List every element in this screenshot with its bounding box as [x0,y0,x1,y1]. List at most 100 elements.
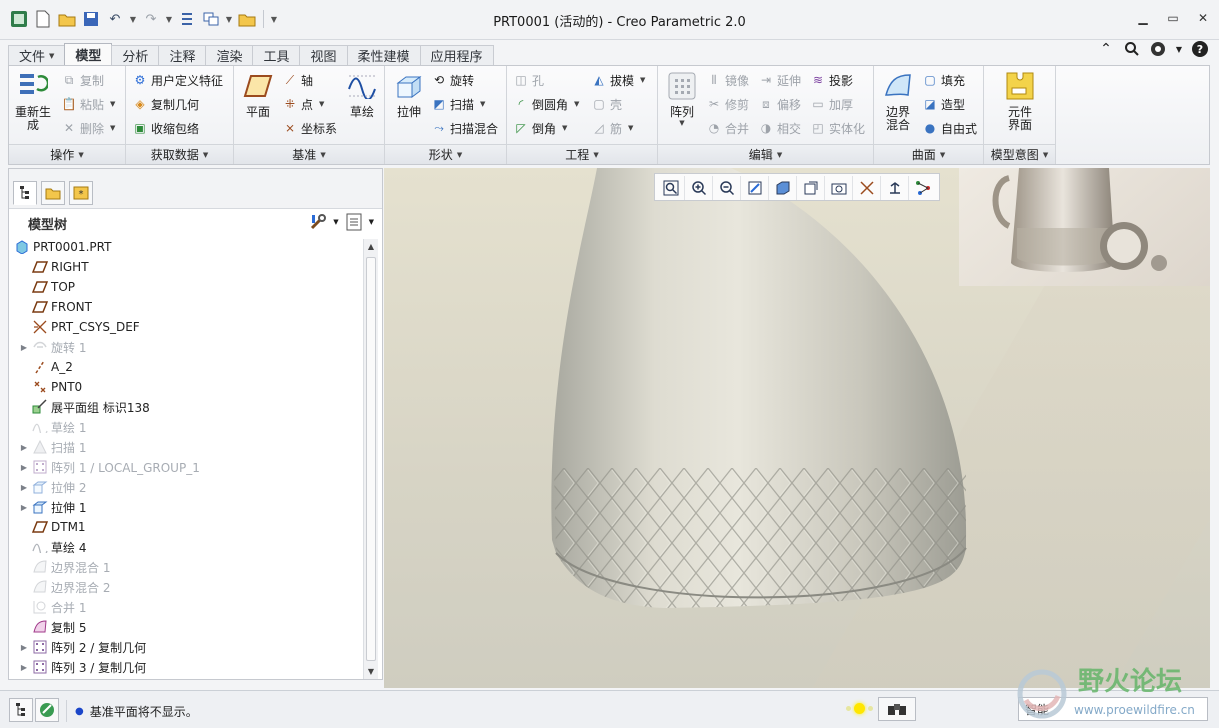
community-icon[interactable] [1149,40,1167,58]
plane-button[interactable]: 平面 [236,70,280,119]
group-label-model-intent[interactable]: 模型意图 ▼ [984,144,1055,164]
thicken-button[interactable]: ▭ 加厚 [810,94,853,114]
sweep-button[interactable]: ◩ 扫描 ▼ [431,94,485,114]
show-menu-dropdown-icon[interactable]: ▼ [369,218,374,226]
freestyle-button[interactable]: ● 自由式 [922,118,977,138]
expand-arrow-icon[interactable]: ▶ [17,463,31,472]
expand-arrow-icon[interactable]: ▶ [17,663,31,672]
tab-model[interactable]: 模型 [64,43,113,65]
sketch-button[interactable]: 草绘 [340,70,384,119]
model-tree-item[interactable]: A_2 [9,357,359,377]
model-tree-item[interactable]: ▶ 扫描 1 [9,437,359,457]
toggle-browser-icon[interactable] [35,698,59,722]
trim-button[interactable]: ✂ 修剪 [706,94,749,114]
tab-tools[interactable]: 工具 [252,45,301,65]
tree-scrollbar[interactable]: ▲ ▼ [363,239,378,679]
project-button[interactable]: ≋ 投影 [810,70,853,90]
maximize-icon[interactable]: ▭ [1165,10,1181,26]
group-label-surfaces[interactable]: 曲面 ▼ [874,144,983,164]
merge-button[interactable]: ◔ 合并 [706,118,749,138]
close-icon[interactable]: ✕ [1195,10,1211,26]
model-tree-item[interactable]: 边界混合 2 [9,577,359,597]
solidify-button[interactable]: ◰ 实体化 [810,118,865,138]
boundary-blend-button[interactable]: 边界混合 [876,70,920,132]
axis-button[interactable]: ⟋ 轴 [282,70,313,90]
model-tree-tab-icon[interactable] [13,181,37,205]
minimize-icon[interactable]: ▁ [1135,10,1151,26]
scroll-down-icon[interactable]: ▼ [364,664,378,679]
community-dropdown-icon[interactable]: ▼ [1175,40,1183,58]
find-button[interactable] [878,697,916,721]
model-tree-item[interactable]: 复制 5 [9,617,359,637]
model-tree-item[interactable]: ▶ 拉伸 1 [9,497,359,517]
regenerate-button[interactable]: 重新生成 [11,70,55,132]
copy-button[interactable]: ⧉ 复制 [61,70,104,90]
help-icon[interactable]: ? [1191,40,1209,58]
group-label-shapes[interactable]: 形状 ▼ [385,144,506,164]
annotation-display-icon[interactable] [881,176,909,200]
tab-applications[interactable]: 应用程序 [419,45,494,65]
show-menu-icon[interactable] [345,213,363,231]
search-icon[interactable] [1123,40,1141,58]
group-label-datum[interactable]: 基准 ▼ [234,144,384,164]
tab-flexible-modeling[interactable]: 柔性建模 [346,45,421,65]
repaint-icon[interactable] [741,176,769,200]
favorites-tab-icon[interactable]: * [69,181,93,205]
model-tree-item[interactable]: ▶ 阵列 3 / 复制几何 [9,657,359,677]
shrinkwrap-button[interactable]: ▣ 收缩包络 [132,118,199,138]
offset-button[interactable]: ⧈ 偏移 [758,94,801,114]
model-tree-item[interactable]: TOP [9,277,359,297]
saved-views-icon[interactable] [797,176,825,200]
rib-button[interactable]: ◿ 筋 ▼ [591,118,633,138]
tab-file[interactable]: 文件 ▼ [8,45,66,65]
model-tree-item[interactable]: 合并 1 [9,597,359,617]
model-tree-item[interactable]: RIGHT [9,257,359,277]
model-tree-item[interactable]: ▶ 阵列 2 / 复制几何 [9,637,359,657]
paste-button[interactable]: 📋 粘贴 ▼ [61,94,116,114]
expand-arrow-icon[interactable]: ▶ [17,443,31,452]
tree-settings-icon[interactable] [309,213,327,231]
extrude-button[interactable]: 拉伸 [387,70,431,119]
model-geometry[interactable] [384,168,1210,688]
draft-button[interactable]: ◭ 拔模 ▼ [591,70,645,90]
expand-arrow-icon[interactable]: ▶ [17,643,31,652]
intersect-button[interactable]: ◑ 相交 [758,118,801,138]
delete-button[interactable]: ✕ 删除 ▼ [61,118,115,138]
expand-arrow-icon[interactable]: ▶ [17,503,31,512]
component-interface-button[interactable]: 元件界面 [998,70,1042,132]
refit-icon[interactable] [657,176,685,200]
model-tree-item[interactable]: 草绘 4 [9,537,359,557]
datum-display-icon[interactable] [853,176,881,200]
tab-view[interactable]: 视图 [299,45,348,65]
udf-button[interactable]: ⚙ 用户定义特征 [132,70,223,90]
group-label-get-data[interactable]: 获取数据 ▼ [126,144,233,164]
revolve-button[interactable]: ⟲ 旋转 [431,70,474,90]
tab-analysis[interactable]: 分析 [111,45,160,65]
zoom-in-icon[interactable] [685,176,713,200]
mirror-button[interactable]: ⫴ 镜像 [706,70,749,90]
tab-render[interactable]: 渲染 [205,45,254,65]
zoom-out-icon[interactable] [713,176,741,200]
view-manager-icon[interactable] [825,176,853,200]
expand-arrow-icon[interactable]: ▶ [17,483,31,492]
model-tree-item[interactable]: ▶ 旋转 1 [9,337,359,357]
round-button[interactable]: ◜ 倒圆角 ▼ [513,94,580,114]
folder-browser-tab-icon[interactable] [41,181,65,205]
scroll-up-icon[interactable]: ▲ [364,239,378,254]
model-tree-item[interactable]: ▶ 拉伸 2 [9,477,359,497]
model-tree-item[interactable]: PNT0 [9,377,359,397]
group-label-editing[interactable]: 编辑 ▼ [658,144,873,164]
copy-geometry-button[interactable]: ◈ 复制几何 [132,94,199,114]
spin-center-icon[interactable] [909,176,937,200]
group-label-operations[interactable]: 操作 ▼ [9,144,125,164]
hole-button[interactable]: ◫ 孔 [513,70,544,90]
extend-button[interactable]: ⇥ 延伸 [758,70,801,90]
model-tree-item[interactable]: PRT0001.PRT [9,237,359,257]
pattern-button[interactable]: 阵列 ▼ [660,70,704,127]
chamfer-button[interactable]: ◸ 倒角 ▼ [513,118,567,138]
toggle-navigator-icon[interactable] [9,698,33,722]
point-button[interactable]: ⁜ 点 ▼ [282,94,324,114]
model-tree-item[interactable]: DTM1 [9,517,359,537]
shell-button[interactable]: ▢ 壳 [591,94,622,114]
tree-settings-dropdown-icon[interactable]: ▼ [333,218,338,226]
